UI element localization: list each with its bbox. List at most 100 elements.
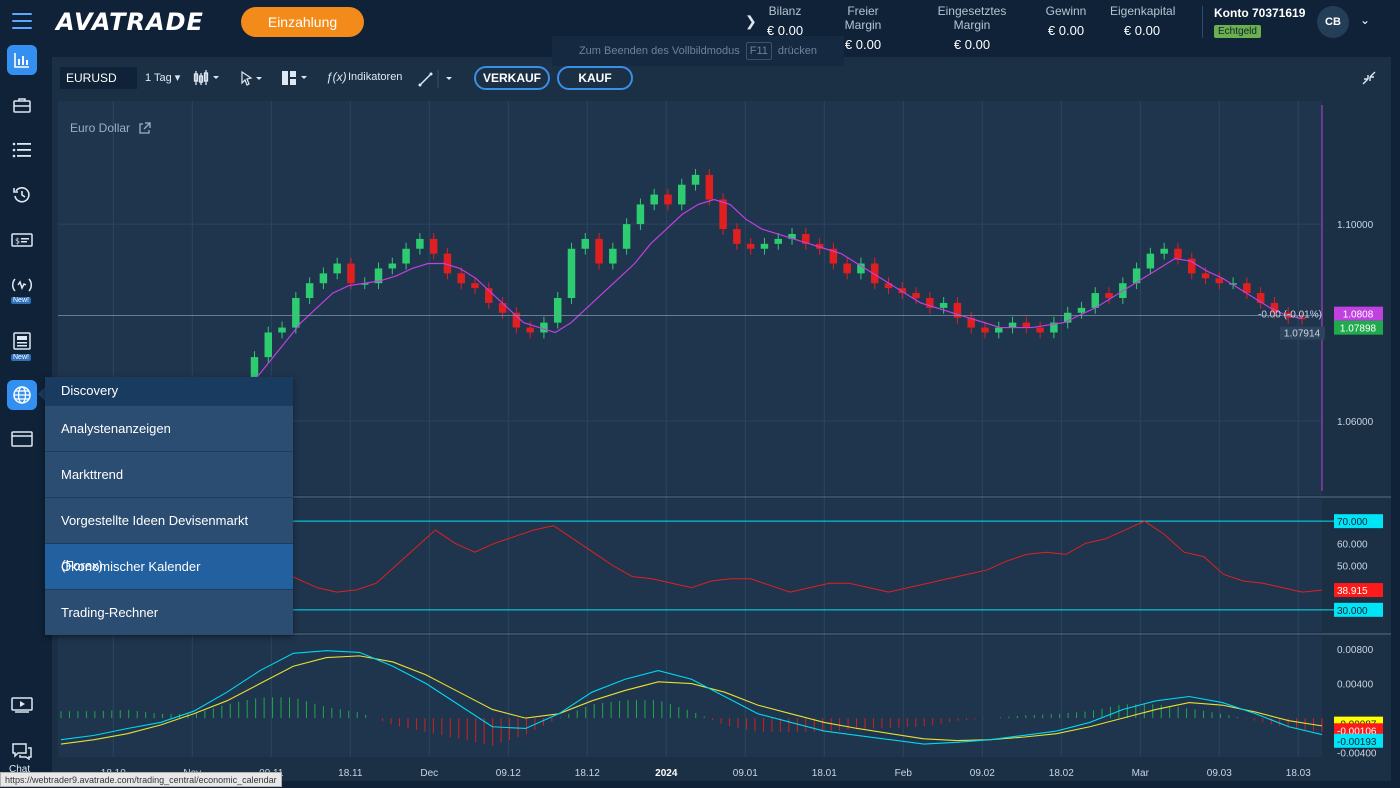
money-icon: $ xyxy=(11,233,33,247)
sidebar-item-portfolio[interactable] xyxy=(7,90,37,120)
candle-body xyxy=(319,273,328,284)
crosshair-price-label: 1.07914 xyxy=(1284,329,1321,340)
candle-body xyxy=(609,248,617,264)
candle-body xyxy=(857,263,865,274)
status-url: https://webtrader9.avatrade.com/trading_… xyxy=(0,772,282,787)
candle-body xyxy=(305,283,314,298)
sidebar-item-news[interactable] xyxy=(7,326,37,356)
fullscreen-hint: Zum Beenden des Vollbildmodus F11 drücke… xyxy=(552,36,844,66)
x-axis-label: Feb xyxy=(895,768,913,779)
sidebar-item-video[interactable] xyxy=(7,689,37,719)
x-axis-label: 18.12 xyxy=(575,768,600,779)
external-link-icon[interactable] xyxy=(138,121,151,135)
menu-item-economic-calendar[interactable]: Ökonomischer Kalender xyxy=(45,543,293,589)
candle-body xyxy=(416,238,424,249)
candle-body xyxy=(388,263,397,269)
stat-balance: Bilanz € 0.00 xyxy=(765,4,805,38)
candle-body xyxy=(333,263,341,274)
x-axis-label: 18.03 xyxy=(1286,768,1311,779)
candle-body xyxy=(347,263,355,284)
candle-body xyxy=(705,174,714,200)
list-icon xyxy=(12,142,31,158)
sidebar-item-signals[interactable] xyxy=(7,270,37,300)
x-axis-label: 09.02 xyxy=(970,768,995,779)
menu-item-trading-calculator[interactable]: Trading-Rechner xyxy=(45,589,293,635)
stat-used-margin: Eingesetztes Margin € 0.00 xyxy=(920,4,1024,52)
f11-key: F11 xyxy=(745,42,772,60)
new-badge: New! xyxy=(11,354,31,361)
chart-title: Euro Dollar xyxy=(70,121,131,135)
price-label: 1.0808 xyxy=(1343,310,1374,321)
stat-value: € 0.00 xyxy=(953,37,991,52)
candle-body xyxy=(981,327,989,333)
stat-label: Eigenkapital xyxy=(1110,4,1176,18)
stat-label: Eingesetztes Margin xyxy=(937,4,1007,32)
hamburger-menu-icon[interactable] xyxy=(12,13,32,29)
x-axis-label: 18.01 xyxy=(812,768,837,779)
macd-tick-label: -0.00400 xyxy=(1337,749,1377,760)
stat-value: € 0.00 xyxy=(1123,23,1161,38)
stat-profit: Gewinn € 0.00 xyxy=(1044,4,1088,38)
collapse-chevron-icon[interactable]: ❯ xyxy=(745,13,757,30)
avatar[interactable]: CB xyxy=(1317,6,1349,38)
account-number: Konto 70371619 xyxy=(1214,6,1306,20)
candle-body xyxy=(636,204,645,225)
candle-body xyxy=(746,243,755,249)
candle-body xyxy=(760,243,769,249)
news-icon xyxy=(13,332,31,350)
video-icon xyxy=(11,697,33,713)
sidebar-item-history[interactable] xyxy=(7,180,37,210)
candle-body xyxy=(402,248,410,264)
stat-label: Bilanz xyxy=(768,4,802,18)
stat-label: Gewinn xyxy=(1045,4,1087,18)
candle-body xyxy=(843,263,851,274)
chat-icon xyxy=(12,743,32,760)
globe-icon xyxy=(13,386,31,404)
rsi-value-label: 38.915 xyxy=(1337,586,1368,597)
candle-body xyxy=(1077,307,1086,313)
candle-body xyxy=(457,273,465,284)
stat-equity: Eigenkapital € 0.00 xyxy=(1110,4,1176,38)
account-type-badge: Echtgeld xyxy=(1214,25,1261,38)
candle-body xyxy=(1008,322,1017,328)
sidebar-item-chat[interactable] xyxy=(7,736,37,766)
menu-item-market-trend[interactable]: Markttrend xyxy=(45,451,293,497)
sidebar-item-funds[interactable]: $ xyxy=(7,225,37,255)
menu-pointer xyxy=(38,387,45,401)
briefcase-icon xyxy=(13,98,31,113)
candle-body xyxy=(1160,248,1168,254)
window-icon xyxy=(11,431,33,447)
new-badge: New! xyxy=(11,297,31,304)
x-axis-label: 18.11 xyxy=(338,768,363,779)
candle-body xyxy=(678,184,686,205)
price-change-label: -0.00 (-0.01%) xyxy=(1258,310,1322,321)
account-info[interactable]: Konto 70371619 Echtgeld xyxy=(1214,6,1305,39)
fullscreen-hint-suffix: drücken xyxy=(777,45,818,57)
candle-body xyxy=(733,229,741,244)
candle-body xyxy=(1174,248,1182,259)
chevron-down-icon[interactable]: ⌄ xyxy=(1360,13,1370,27)
menu-item-featured-ideas[interactable]: Vorgestellte Ideen Devisenmarkt (Forex) xyxy=(45,497,293,573)
discovery-menu-title: Discovery xyxy=(45,377,293,405)
candle-body xyxy=(719,199,727,230)
candle-body xyxy=(912,293,920,298)
sidebar-item-layouts[interactable] xyxy=(7,424,37,454)
candle-body xyxy=(1091,293,1099,308)
rsi-tick-label: 70.000 xyxy=(1337,517,1368,528)
x-axis-label: 2024 xyxy=(655,768,678,779)
candle-body xyxy=(429,238,438,254)
deposit-button[interactable]: Einzahlung xyxy=(241,7,364,37)
candle-body xyxy=(939,302,948,308)
sidebar-item-chart[interactable] xyxy=(7,45,37,75)
sidebar-item-discovery[interactable] xyxy=(7,380,37,410)
sidebar-item-watchlist[interactable] xyxy=(7,135,37,165)
x-axis-label: Dec xyxy=(420,768,438,779)
discovery-menu: Discovery Analystenanzeigen Markttrend V… xyxy=(45,377,293,635)
menu-item-analyst-views[interactable]: Analystenanzeigen xyxy=(45,405,293,451)
candle-body xyxy=(278,327,286,333)
candle-body xyxy=(691,174,700,185)
chart-symbol-title: Euro Dollar xyxy=(70,121,151,135)
price-tick-label: 1.06000 xyxy=(1337,417,1374,428)
candle-body xyxy=(650,194,658,205)
chart-icon xyxy=(14,53,29,68)
